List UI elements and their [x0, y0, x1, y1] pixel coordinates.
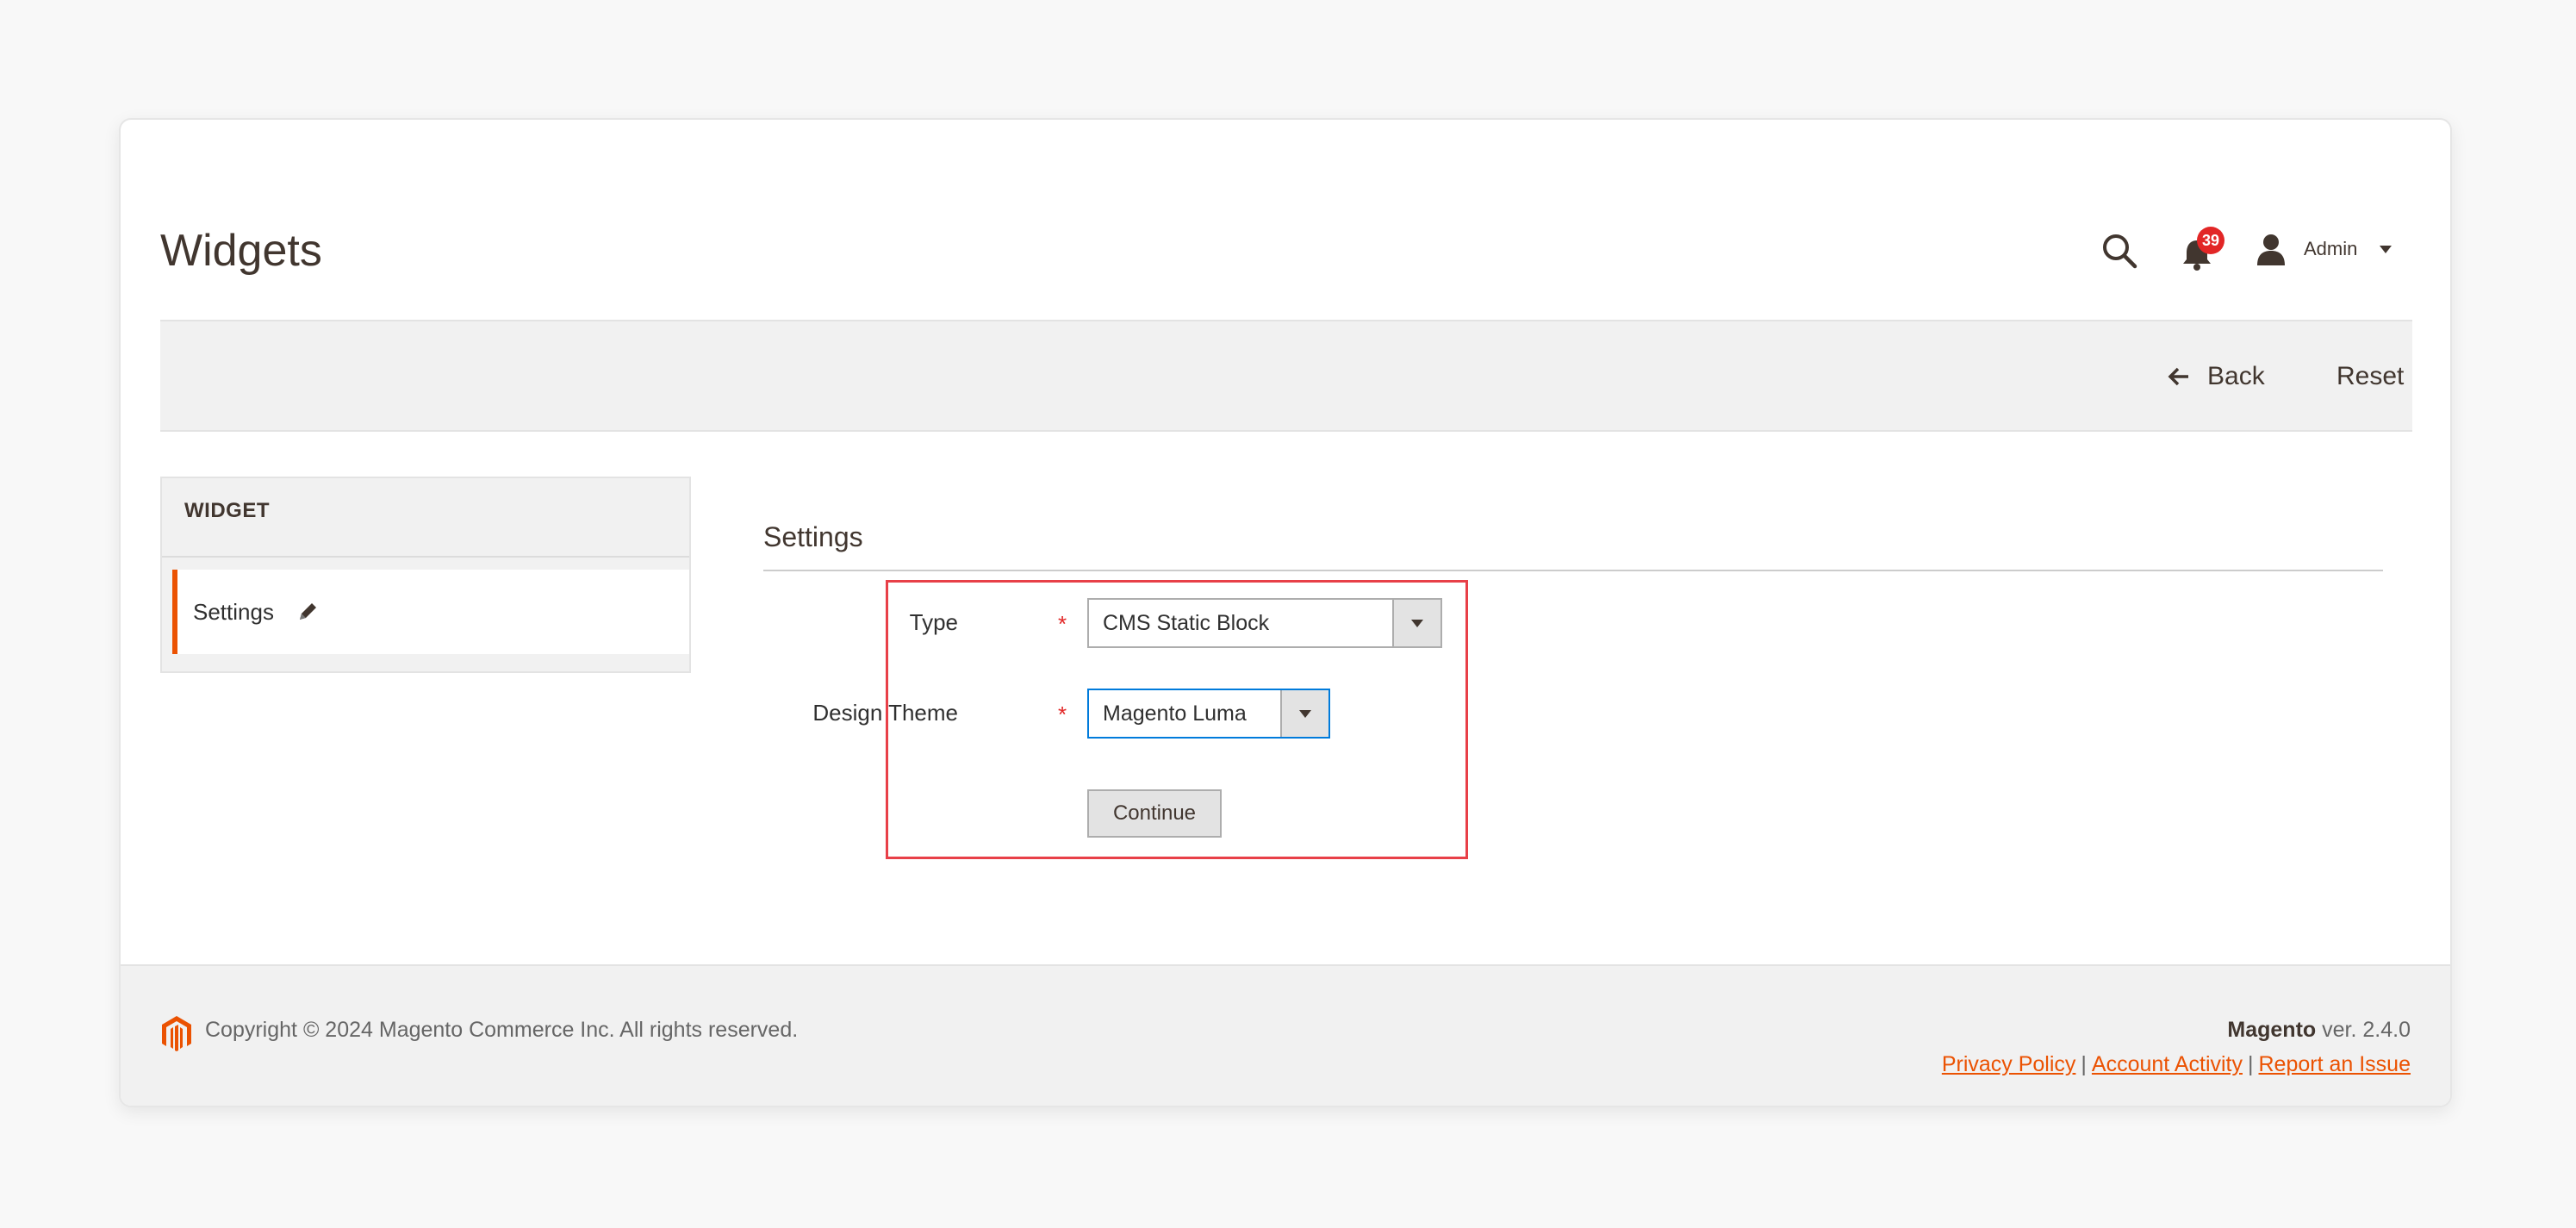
copyright-text: Copyright © 2024 Magento Commerce Inc. A…: [205, 1018, 799, 1042]
reset-button[interactable]: Reset: [2336, 358, 2404, 396]
section-divider: [763, 570, 2383, 571]
link-separator: |: [2081, 1052, 2087, 1076]
sidebar-title: WIDGET: [184, 499, 270, 522]
widget-tabs-sidebar: WIDGET Settings: [160, 477, 691, 673]
design-theme-select-toggle[interactable]: [1280, 690, 1328, 737]
page-actions-bar: Back Reset: [160, 320, 2412, 432]
type-select-value: CMS Static Block: [1103, 610, 1270, 635]
user-name: Admin: [2304, 238, 2358, 259]
continue-button[interactable]: Continue: [1087, 789, 1222, 838]
account-activity-link[interactable]: Account Activity: [2092, 1052, 2243, 1076]
sidebar-item-label: Settings: [193, 598, 274, 625]
version-number: ver. 2.4.0: [2322, 1018, 2411, 1042]
required-marker: *: [1058, 611, 1067, 637]
chevron-down-icon: [1299, 709, 1311, 718]
brand-name: Magento: [2227, 1018, 2317, 1042]
link-separator: |: [2248, 1052, 2254, 1076]
sidebar-divider: [162, 556, 689, 558]
page-title: Widgets: [160, 226, 322, 276]
notification-count-badge: 39: [2197, 227, 2224, 254]
design-theme-select-value: Magento Luma: [1103, 701, 1247, 726]
page-footer: Copyright © 2024 Magento Commerce Inc. A…: [121, 964, 2450, 1106]
reset-button-label: Reset: [2336, 362, 2405, 390]
back-button-label: Back: [2207, 362, 2265, 390]
chevron-down-icon: [1411, 619, 1423, 627]
notifications-button[interactable]: 39: [2180, 227, 2231, 275]
type-select-toggle[interactable]: [1392, 600, 1440, 646]
required-marker: *: [1058, 701, 1067, 727]
footer-links: Privacy Policy | Account Activity | Report a…: [1942, 1052, 2411, 1077]
page-card: Widgets 39 Admin Back Reset WIDGET Setti…: [119, 118, 2452, 1107]
search-icon[interactable]: [2099, 230, 2140, 271]
version-info: Magento ver. 2.4.0: [2227, 1018, 2411, 1043]
sidebar-item-settings[interactable]: Settings: [172, 570, 689, 654]
chevron-down-icon: [2380, 245, 2392, 253]
back-button[interactable]: Back: [2168, 358, 2265, 396]
type-select[interactable]: CMS Static Block: [1087, 598, 1442, 648]
arrow-left-icon: [2168, 367, 2188, 386]
user-icon: [2257, 234, 2285, 265]
design-theme-label: Design Theme: [812, 700, 958, 726]
pencil-icon: [299, 603, 316, 620]
privacy-policy-link[interactable]: Privacy Policy: [1942, 1052, 2076, 1076]
user-menu[interactable]: Admin: [2256, 230, 2392, 268]
section-title: Settings: [763, 521, 863, 552]
report-issue-link[interactable]: Report an Issue: [2259, 1052, 2411, 1076]
magento-logo-icon: [162, 1016, 191, 1051]
type-label: Type: [909, 609, 958, 635]
design-theme-select[interactable]: Magento Luma: [1087, 689, 1330, 739]
